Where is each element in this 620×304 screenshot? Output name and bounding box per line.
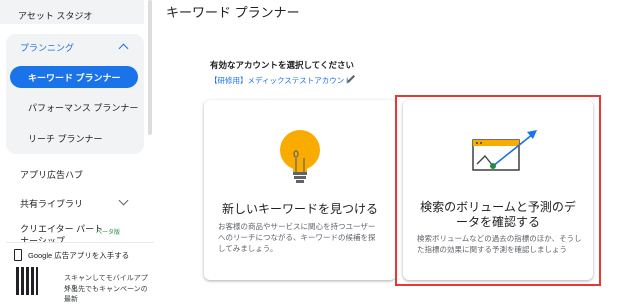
sidebar: アセット スタジオ プランニング キーワード プランナー パフォーマンス プラン… <box>0 0 154 303</box>
account-select-label: 有効なアカウントを選択してください <box>210 60 354 70</box>
sidebar-item-label: アセット スタジオ <box>18 11 93 21</box>
card-description-2: へのリーチにつながる、キーワードの候補を探 <box>218 233 376 242</box>
page-title: キーワード プランナー <box>166 5 300 20</box>
sidebar-scrollbar[interactable] <box>148 0 152 135</box>
chevron-down-icon[interactable] <box>118 195 129 206</box>
app-promo: Google 広告アプリを入手する スキャンしてモバイルアプリを 外出先でもキャ… <box>6 242 154 303</box>
qr-code-icon <box>16 267 38 295</box>
find-keywords-card[interactable]: 新しいキーワードを見つける お客様の商品やサービスに関心を持つユーザー へのリー… <box>204 100 396 280</box>
card-description: お客様の商品やサービスに関心を持つユーザー <box>218 222 376 231</box>
sidebar-item-label: キーワード プランナー <box>28 73 121 83</box>
account-name-link[interactable]: 【研修用】メディックステストアカウント <box>210 75 352 86</box>
beta-badge: ベータ版 <box>96 230 121 236</box>
sidebar-item-performance-planner[interactable]: パフォーマンス プランナー <box>28 101 138 114</box>
sidebar-item-planning[interactable]: プランニング <box>20 41 74 54</box>
card-title: 新しいキーワードを見つける <box>221 202 378 216</box>
lightbulb-icon <box>280 130 320 183</box>
highlight-box <box>395 95 601 286</box>
sidebar-item-shared-library[interactable]: 共有ライブラリ <box>20 197 83 210</box>
sidebar-item-keyword-planner[interactable]: キーワード プランナー <box>10 66 138 88</box>
app-promo-text-2: 外出先でもキャンペーンの最新 <box>64 286 148 303</box>
phone-icon <box>14 249 22 261</box>
sidebar-item-app-ad-hub[interactable]: アプリ広告ハブ <box>20 168 83 181</box>
card-description-3: してみましょう。 <box>218 244 278 253</box>
sidebar-item-asset-studio[interactable]: アセット スタジオ <box>0 0 144 24</box>
sidebar-item-reach-planner[interactable]: リーチ プランナー <box>28 132 103 145</box>
app-promo-title: Google 広告アプリを入手する <box>28 251 130 260</box>
edit-pencil-icon[interactable] <box>345 73 357 85</box>
